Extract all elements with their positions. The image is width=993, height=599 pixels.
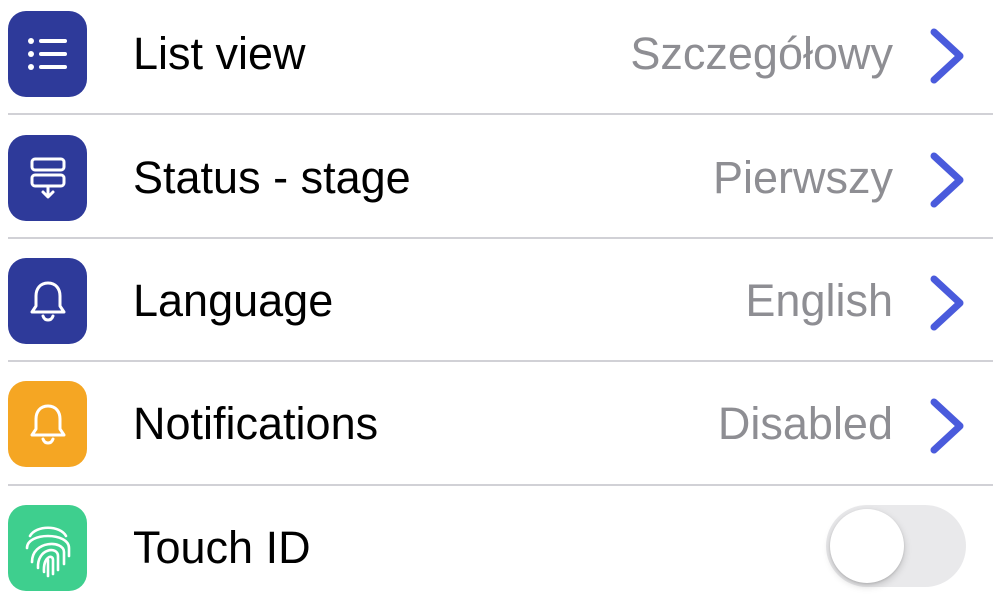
divider [8, 484, 993, 486]
settings-row-value: Disabled [717, 398, 893, 449]
list-icon [8, 11, 87, 97]
settings-row-label: List view [133, 28, 306, 79]
settings-row-label: Notifications [133, 398, 379, 449]
chevron-right-icon [930, 28, 964, 84]
fingerprint-icon [8, 505, 87, 591]
settings-row-status-stage[interactable]: Status - stage Pierwszy [0, 124, 993, 247]
bell-icon [8, 381, 87, 467]
settings-row-language[interactable]: Language English [0, 247, 993, 370]
divider [8, 360, 993, 362]
chevron-right-icon [930, 398, 964, 454]
settings-row-label: Language [133, 275, 334, 326]
settings-row-value: Szczegółowy [630, 28, 893, 79]
bell-icon [8, 258, 87, 344]
toggle-knob[interactable] [830, 509, 904, 583]
settings-row-value: English [745, 275, 893, 326]
settings-row-value: Pierwszy [712, 152, 893, 203]
divider [8, 237, 993, 239]
touch-id-toggle[interactable] [826, 505, 966, 587]
settings-row-notifications[interactable]: Notifications Disabled [0, 370, 993, 493]
settings-row-touch-id: Touch ID [0, 494, 993, 599]
settings-row-list-view[interactable]: List view Szczegółowy [0, 0, 993, 123]
chevron-right-icon [930, 152, 964, 208]
chevron-right-icon [930, 275, 964, 331]
settings-row-label: Touch ID [133, 522, 311, 573]
settings-row-label: Status - stage [133, 152, 411, 203]
divider [8, 113, 993, 115]
status-stage-icon [8, 135, 87, 221]
settings-list: List view Szczegółowy Status - stage Pie… [0, 0, 993, 599]
